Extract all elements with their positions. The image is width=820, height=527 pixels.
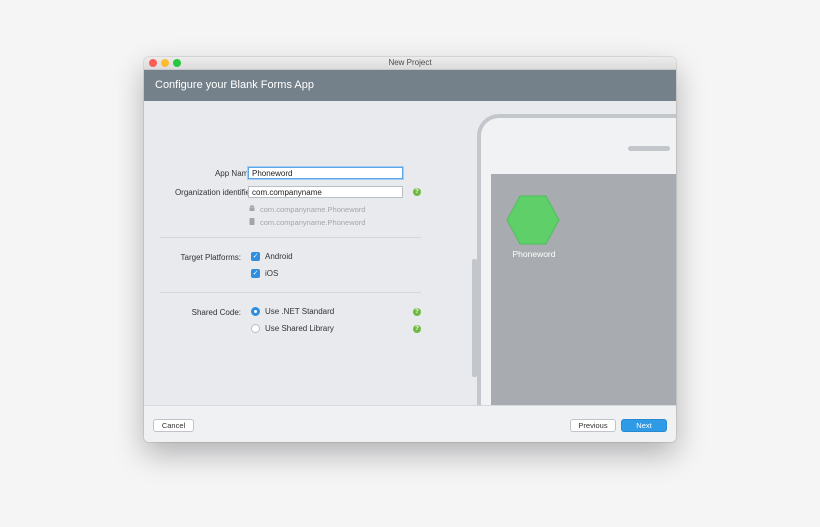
phone-speaker [628, 146, 670, 151]
next-button[interactable]: Next [621, 419, 667, 432]
ios-bundle-id: com.companyname.Phoneword [260, 218, 366, 227]
ios-option-label[interactable]: iOS [265, 269, 278, 278]
page-header: Configure your Blank Forms App [144, 70, 676, 101]
net-standard-radio[interactable] [251, 307, 260, 316]
shared-code-label: Shared Code: [191, 308, 241, 317]
title-bar[interactable]: New Project [144, 57, 676, 70]
app-name-input[interactable] [248, 167, 403, 179]
organization-identifier-input[interactable] [248, 186, 403, 198]
android-option-label[interactable]: Android [265, 252, 293, 261]
android-icon [249, 205, 255, 211]
cancel-button[interactable]: Cancel [153, 419, 194, 432]
target-platforms-label: Target Platforms: [180, 253, 241, 262]
content-area: App Name: Organization identifier: ? com… [144, 101, 676, 405]
phone-icon [249, 218, 255, 225]
new-project-window: New Project Configure your Blank Forms A… [144, 57, 676, 442]
divider [160, 237, 421, 238]
ios-checkbox[interactable]: ✓ [251, 269, 260, 278]
shared-library-radio[interactable] [251, 324, 260, 333]
android-package-id: com.companyname.Phoneword [260, 205, 366, 214]
organization-identifier-label: Organization identifier: [174, 188, 255, 197]
help-icon[interactable]: ? [413, 325, 421, 333]
checkmark-icon: ✓ [252, 253, 259, 260]
help-icon[interactable]: ? [413, 308, 421, 316]
android-checkbox[interactable]: ✓ [251, 252, 260, 261]
page-title: Configure your Blank Forms App [155, 79, 314, 91]
app-name-label: App Name: [214, 169, 255, 178]
divider [160, 292, 421, 293]
help-icon[interactable]: ? [413, 188, 421, 196]
net-standard-option-label[interactable]: Use .NET Standard [265, 307, 334, 316]
footer-bar: Cancel Previous Next [144, 405, 676, 442]
hexagon-app-icon [506, 195, 560, 245]
previous-button[interactable]: Previous [570, 419, 616, 432]
shared-library-option-label[interactable]: Use Shared Library [265, 324, 334, 333]
checkmark-icon: ✓ [252, 270, 259, 277]
window-title: New Project [388, 58, 432, 67]
preview-app-name: Phoneword [512, 249, 556, 259]
